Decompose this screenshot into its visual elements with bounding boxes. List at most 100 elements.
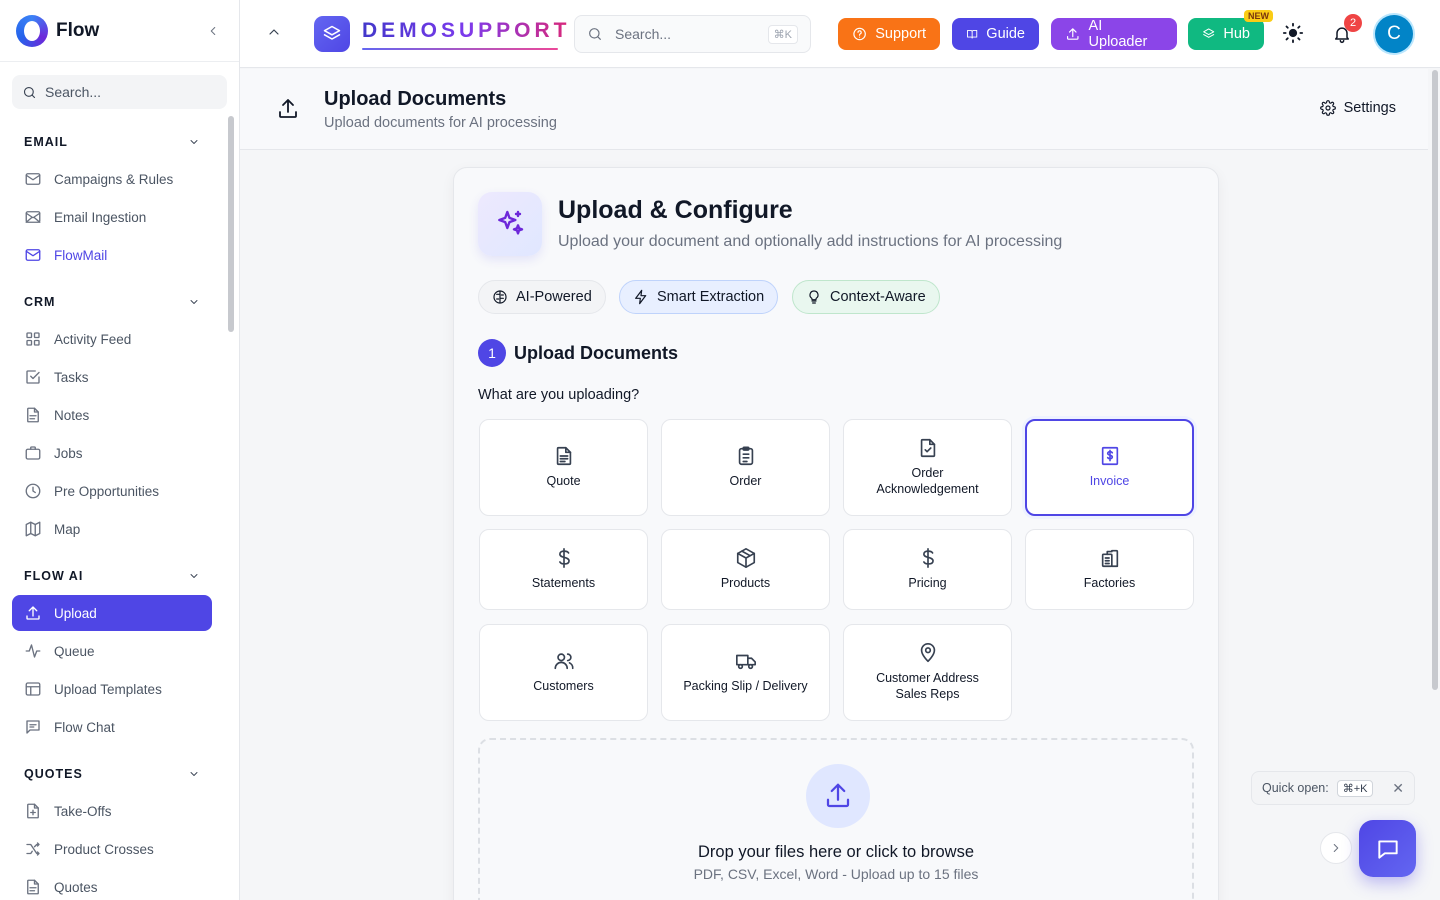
clock-icon bbox=[25, 483, 41, 499]
chat-button[interactable] bbox=[1359, 820, 1416, 877]
collapse-sidebar-button[interactable] bbox=[203, 21, 223, 41]
sidebar-item-notes[interactable]: Notes bbox=[12, 397, 212, 433]
sidebar-item-jobs[interactable]: Jobs bbox=[12, 435, 212, 471]
layers-logo-icon[interactable] bbox=[314, 16, 350, 52]
sidebar-item-activity-feed[interactable]: Activity Feed bbox=[12, 321, 212, 357]
section-flow-ai[interactable]: FLOW AI bbox=[24, 569, 200, 583]
option-label: Pricing bbox=[908, 576, 947, 591]
sidebar-item-label: Quotes bbox=[54, 879, 98, 895]
sidebar-item-upload-templates[interactable]: Upload Templates bbox=[12, 671, 212, 707]
step-title: Upload Documents bbox=[514, 343, 679, 363]
sidebar-item-email-ingestion[interactable]: Email Ingestion bbox=[12, 199, 212, 235]
sidebar-item-map[interactable]: Map bbox=[12, 511, 212, 547]
tag-smart-extraction: Smart Extraction bbox=[619, 280, 779, 314]
briefcase-icon bbox=[25, 446, 41, 460]
main-scrollbar[interactable] bbox=[1432, 70, 1438, 690]
chevron-down-icon bbox=[190, 140, 198, 144]
sidebar-item-label: FlowMail bbox=[54, 247, 108, 263]
option-label: Products bbox=[720, 576, 771, 591]
sidebar-item-pre-opportunities[interactable]: Pre Opportunities bbox=[12, 473, 212, 509]
global-search-placeholder: Search... bbox=[615, 26, 672, 42]
hub-button[interactable]: Hub bbox=[1188, 18, 1264, 50]
notification-count-badge: 2 bbox=[1344, 14, 1362, 32]
chevron-right-icon bbox=[1333, 843, 1339, 853]
upload-icon bbox=[1067, 28, 1079, 40]
lightbulb-icon bbox=[809, 290, 819, 304]
file-dropzone[interactable]: Drop your files here or click to browse … bbox=[478, 738, 1194, 900]
help-circle-icon bbox=[853, 27, 866, 41]
dollar-sign-icon bbox=[922, 548, 934, 569]
sidebar-item-label: Product Crosses bbox=[54, 841, 154, 857]
sidebar-item-flow-chat[interactable]: Flow Chat bbox=[12, 709, 212, 745]
option-products[interactable]: Products bbox=[661, 529, 830, 610]
section-email[interactable]: EMAIL bbox=[24, 135, 200, 149]
sidebar-item-queue[interactable]: Queue bbox=[12, 633, 212, 669]
receipt-dollar-icon bbox=[1101, 447, 1118, 466]
global-search-input[interactable]: Search... ⌘K bbox=[574, 15, 811, 53]
collapse-header-button[interactable] bbox=[266, 24, 282, 40]
layout-icon bbox=[25, 682, 41, 696]
section-crm-title: CRM bbox=[24, 295, 56, 309]
support-button[interactable]: Support bbox=[838, 18, 940, 50]
package-icon bbox=[736, 548, 755, 569]
sun-icon bbox=[1282, 22, 1304, 44]
tag-context-aware: Context-Aware bbox=[792, 280, 940, 314]
option-customers[interactable]: Customers bbox=[479, 624, 648, 721]
settings-button[interactable]: Settings bbox=[1319, 100, 1396, 116]
sidebar-item-label: Queue bbox=[54, 643, 95, 659]
file-text-icon bbox=[556, 447, 571, 466]
sidebar-item-campaigns-rules[interactable]: Campaigns & Rules bbox=[12, 161, 212, 197]
sidebar-item-label: Jobs bbox=[54, 445, 83, 461]
dropzone-title: Drop your files here or click to browse bbox=[697, 843, 975, 861]
sidebar-item-tasks[interactable]: Tasks bbox=[12, 359, 212, 395]
sidebar-item-label: Take-Offs bbox=[54, 803, 112, 819]
sidebar-item-quotes[interactable]: Quotes bbox=[12, 869, 212, 900]
page-header: Upload Documents Upload documents for AI… bbox=[240, 69, 1428, 150]
sidebar-scrollbar[interactable] bbox=[228, 116, 234, 332]
sidebar-item-label: Map bbox=[54, 521, 81, 537]
quick-open-label: Quick open: bbox=[1262, 781, 1329, 795]
option-packing-slip-delivery[interactable]: Packing Slip / Delivery bbox=[661, 624, 830, 721]
sidebar-item-label: Activity Feed bbox=[54, 331, 132, 347]
option-label: Packing Slip / Delivery bbox=[683, 679, 808, 694]
expand-button[interactable] bbox=[1320, 832, 1352, 864]
option-invoice[interactable]: Invoice bbox=[1025, 419, 1194, 516]
sparkles-icon bbox=[478, 192, 542, 256]
option-pricing[interactable]: Pricing bbox=[843, 529, 1012, 610]
section-quotes[interactable]: QUOTES bbox=[24, 767, 200, 781]
option-factories[interactable]: Factories bbox=[1025, 529, 1194, 610]
checkbox-icon bbox=[26, 370, 40, 384]
option-order[interactable]: Order bbox=[661, 419, 830, 516]
file-text-icon bbox=[27, 879, 39, 895]
shuffle-icon bbox=[26, 842, 40, 856]
sidebar-search-input[interactable]: Search... bbox=[12, 75, 227, 109]
option-statements[interactable]: Statements bbox=[479, 529, 648, 610]
hub-button-label: Hub bbox=[1223, 26, 1250, 42]
section-crm[interactable]: CRM bbox=[24, 295, 200, 309]
sidebar-item-upload[interactable]: Upload bbox=[12, 595, 212, 631]
option-order-acknowledgement[interactable]: Order Acknowledgement bbox=[843, 419, 1012, 516]
sidebar-item-take-offs[interactable]: Take-Offs bbox=[12, 793, 212, 829]
upload-icon bbox=[279, 99, 297, 118]
mail-icon bbox=[25, 173, 41, 185]
company-name[interactable]: DEMOSUPPORT bbox=[362, 19, 571, 43]
search-icon bbox=[23, 86, 36, 98]
option-customer-address-sales-reps[interactable]: Customer Address Sales Reps bbox=[843, 624, 1012, 721]
option-label: Quote bbox=[546, 474, 581, 489]
option-quote[interactable]: Quote bbox=[479, 419, 648, 516]
close-icon[interactable]: ✕ bbox=[1392, 780, 1404, 797]
upload-icon bbox=[26, 606, 40, 620]
chevron-down-icon bbox=[190, 772, 198, 776]
support-button-label: Support bbox=[875, 26, 926, 42]
guide-button[interactable]: Guide bbox=[952, 18, 1039, 50]
ai-uploader-button[interactable]: AI Uploader bbox=[1051, 18, 1177, 50]
mail-open-icon bbox=[25, 211, 41, 223]
user-avatar[interactable]: C bbox=[1375, 15, 1413, 53]
zap-icon bbox=[635, 289, 647, 305]
theme-toggle-button[interactable] bbox=[1282, 22, 1304, 44]
guide-button-label: Guide bbox=[986, 26, 1025, 42]
activity-icon bbox=[25, 644, 41, 658]
sidebar-item-product-crosses[interactable]: Product Crosses bbox=[12, 831, 212, 867]
building-icon bbox=[1101, 550, 1118, 568]
sidebar-item-flowmail[interactable]: FlowMail bbox=[12, 237, 212, 273]
